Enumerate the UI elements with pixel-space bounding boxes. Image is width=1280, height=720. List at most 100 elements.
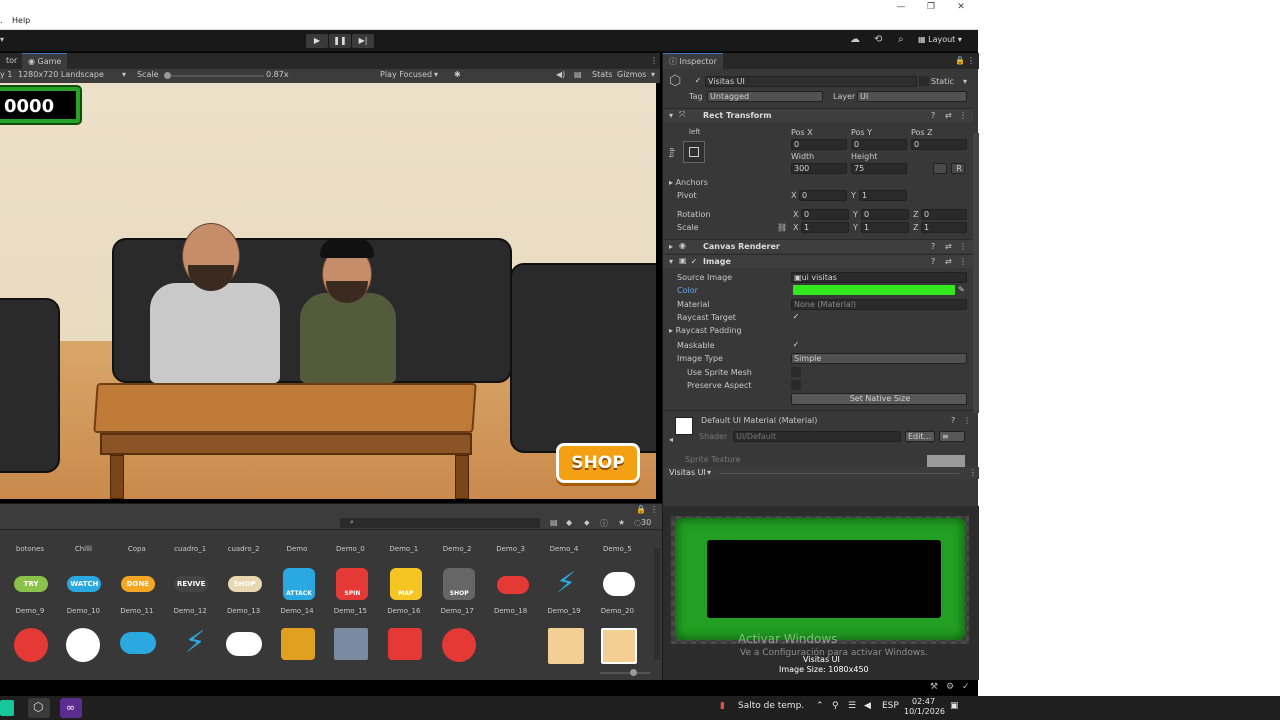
icon-size-slider[interactable] (600, 669, 650, 676)
pivot-x-field[interactable]: 0 (799, 190, 847, 201)
spin-icon[interactable] (442, 628, 476, 662)
volume-icon[interactable]: ◀ (864, 701, 871, 711)
filter-type-icon[interactable]: ▤ (550, 518, 558, 527)
play-focus-dropdown[interactable]: Play Focused (380, 70, 432, 79)
display-dropdown[interactable]: y 1 (0, 70, 12, 79)
help-icon[interactable]: ? (931, 242, 935, 251)
tab-game[interactable]: ◉ Game (22, 53, 68, 69)
menu-item-partial[interactable]: . (0, 16, 3, 25)
foldout-icon[interactable]: ▾ (669, 257, 673, 266)
blueprint-button[interactable] (933, 163, 947, 174)
unity-app-icon[interactable]: ⬡ (28, 698, 50, 718)
terminal-app-icon[interactable] (0, 700, 14, 716)
asset-thumbnail[interactable]: SHOP (443, 568, 476, 600)
rot-z-field[interactable]: 0 (921, 209, 967, 220)
raycast-target-checkbox[interactable]: ✓ (791, 312, 801, 322)
maskable-checkbox[interactable]: ✓ (791, 340, 801, 350)
help-icon[interactable]: ? (931, 257, 935, 266)
image-type-dropdown[interactable]: Simple (791, 353, 967, 364)
color-field[interactable] (793, 285, 955, 295)
pill-icon[interactable] (120, 632, 156, 654)
network-icon[interactable]: ⚲ (832, 701, 839, 711)
skull-icon[interactable] (66, 628, 100, 662)
game-viewport[interactable]: 0000 SHOP (0, 83, 656, 499)
history-icon[interactable]: ⟲ (874, 34, 882, 45)
preview-splitter[interactable] (719, 473, 959, 474)
favorite-icon[interactable]: ★ (618, 518, 625, 527)
preview-header[interactable]: Visitas UI ▾ ⋮ (663, 467, 979, 479)
rot-x-field[interactable]: 0 (801, 209, 849, 220)
stats-button[interactable]: Stats (592, 70, 612, 79)
asset-thumbnail[interactable]: DONE (120, 576, 155, 592)
asset-thumbnail[interactable]: TRY (14, 576, 48, 592)
shader-options-dropdown[interactable]: ≡ (939, 431, 965, 442)
more-options-icon[interactable]: ⋮ (650, 505, 658, 514)
lock-icon[interactable]: 🔒 (955, 56, 965, 65)
info-icon[interactable]: ⓘ (600, 518, 608, 529)
asset-thumbnail[interactable]: SHOP (227, 576, 262, 592)
asset-thumbnail[interactable]: REVIVE (174, 576, 209, 592)
scale-slider-handle[interactable] (164, 72, 171, 79)
filter-label-icon[interactable]: ◆ (566, 518, 572, 527)
scale-y-field[interactable]: 1 (861, 222, 909, 233)
asset-thumbnail[interactable] (496, 576, 529, 594)
tab-scene-partial[interactable]: tor (0, 53, 23, 69)
canvas-renderer-header[interactable]: ▸ ◉ Canvas Renderer ? ⇄ ⋮ (663, 239, 973, 253)
restore-icon[interactable]: ❐ (916, 0, 946, 14)
gizmos-button[interactable]: Gizmos (617, 70, 646, 79)
close-icon[interactable]: ✕ (946, 0, 976, 14)
filter-icon[interactable]: ⬥ (584, 518, 590, 528)
pos-z-field[interactable]: 0 (911, 139, 967, 150)
project-search-input[interactable]: ⌕ (340, 518, 540, 528)
progress-icon[interactable]: ⚒ (930, 682, 938, 692)
help-icon[interactable]: ? (931, 111, 935, 120)
menu-item-help[interactable]: Help (12, 16, 30, 25)
shop-button[interactable]: SHOP (556, 443, 640, 483)
play-button[interactable]: ▶ (306, 34, 328, 48)
shader-dropdown[interactable]: UI/Default (733, 431, 901, 442)
resolution-dropdown[interactable]: 1280x720 Landscape (18, 70, 104, 79)
clock-date[interactable]: 10/1/2026 (904, 707, 945, 716)
more-options-icon[interactable]: ⋮ (959, 111, 967, 120)
asset-thumbnail[interactable]: ⚡ (550, 568, 582, 600)
edit-shader-button[interactable]: Edit... (905, 431, 935, 442)
step-button[interactable]: ▶| (352, 34, 374, 48)
anchor-presets-button[interactable] (683, 141, 705, 163)
asset-thumbnail[interactable]: SPIN (336, 568, 369, 600)
foldout-icon[interactable]: ▸ (669, 242, 673, 251)
lightning-icon[interactable]: ⚡ (176, 628, 214, 658)
scale-x-field[interactable]: 1 (801, 222, 849, 233)
material-field[interactable]: None (Material) (791, 299, 967, 310)
wifi-icon[interactable]: ☰ (848, 701, 856, 711)
image-header[interactable]: ▾ ▣ ✓ Image ? ⇄ ⋮ (663, 254, 973, 268)
chevron-up-icon[interactable]: ⌃ (816, 701, 824, 711)
account-dropdown-icon[interactable]: ▾ (0, 35, 4, 44)
width-field[interactable]: 300 (791, 163, 847, 174)
asset-thumbnail[interactable]: MAP (389, 568, 422, 600)
pos-x-field[interactable]: 0 (791, 139, 847, 150)
help-icon[interactable]: ? (951, 416, 955, 425)
image-enabled-checkbox[interactable]: ✓ (689, 257, 699, 267)
eyedropper-icon[interactable]: ✎ (958, 285, 965, 294)
language-indicator[interactable]: ESP (882, 701, 899, 711)
more-options-icon[interactable]: ⋮ (967, 56, 975, 65)
cloud-icon[interactable]: ☁ (850, 34, 860, 45)
weather-label[interactable]: Salto de temp. (738, 701, 804, 711)
audio-icon[interactable]: ◀) (556, 70, 565, 79)
scale-slider[interactable] (164, 72, 264, 79)
raw-edit-button[interactable]: R (951, 163, 965, 174)
preset-icon[interactable]: ⇄ (945, 257, 952, 266)
treasure-chest-icon[interactable] (281, 628, 315, 660)
static-checkbox[interactable] (919, 76, 929, 86)
panel-icon[interactable] (548, 628, 584, 664)
set-native-size-button[interactable]: Set Native Size (791, 393, 967, 405)
search-icon[interactable]: ⌕ (898, 34, 904, 45)
chat-bubble-icon[interactable] (226, 632, 262, 656)
pos-y-field[interactable]: 0 (851, 139, 907, 150)
check-icon[interactable]: ✓ (962, 682, 970, 692)
project-scrollbar[interactable] (654, 548, 660, 660)
minimize-icon[interactable]: — (886, 0, 916, 14)
use-sprite-mesh-checkbox[interactable] (791, 367, 801, 377)
lock-icon[interactable]: 🔒 (636, 505, 646, 514)
tag-dropdown[interactable]: Untagged (707, 91, 823, 102)
